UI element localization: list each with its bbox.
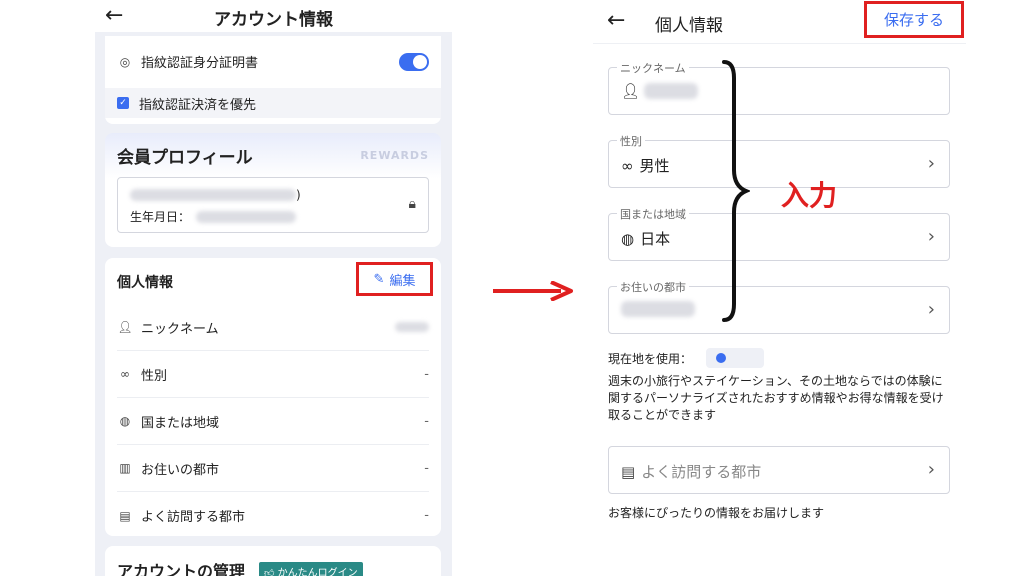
item-label: 性別 [141, 368, 168, 384]
lock-icon: 🔒︎ [408, 196, 416, 212]
fingerprint-id-row: ◎ 指紋認証身分証明書 [117, 52, 429, 71]
thumbs-up-icon: 👍︎ [264, 568, 275, 576]
curly-brace-icon [722, 60, 750, 322]
blurred-name [130, 189, 296, 201]
field-value: 👤︎ [621, 82, 699, 100]
footprint-icon: ∞ [621, 156, 634, 175]
fingerprint-pay-label: 指紋認証決済を優先 [139, 97, 257, 113]
account-management-card: アカウントの管理 👍︎ かんたんログイン [105, 546, 441, 576]
birthday-line: 生年月日： [130, 208, 297, 225]
item-value: - [424, 366, 429, 382]
chevron-right-icon: › [927, 226, 935, 247]
city-list-icon: ▤ [621, 462, 636, 481]
item-label: ニックネーム [141, 321, 219, 337]
fingerprint-card: ◎ 指紋認証身分証明書 ✓ 指紋認証決済を優先 [105, 36, 441, 124]
city-field[interactable]: お住いの都市 › [608, 279, 950, 334]
easy-login-badge: 👍︎ かんたんログイン [259, 562, 363, 576]
edit-label: 編集 [389, 273, 416, 289]
personal-info-screen: ← 個人情報 保存する ニックネーム 👤︎ 性別 ∞ 男性 › 国または地域 ◍… [593, 0, 966, 576]
nickname-field[interactable]: ニックネーム 👤︎ [608, 60, 950, 115]
account-info-screen: ← アカウント情報 ◎ 指紋認証身分証明書 ✓ 指紋認証決済を優先 会員プロフィ… [95, 0, 452, 576]
fingerprint-icon: ◎ [119, 54, 131, 69]
item-value: - [424, 413, 429, 429]
gender-field[interactable]: 性別 ∞ 男性 › [608, 133, 950, 188]
person-icon: 👤︎ [621, 82, 641, 100]
member-paren: ) [296, 188, 301, 202]
list-item-city[interactable]: ▥ お住いの都市 - [117, 445, 429, 492]
blurred-nickname [644, 83, 699, 99]
edit-button[interactable]: ✎ 編集 [356, 262, 433, 296]
field-label: ニックネーム [617, 60, 689, 76]
back-arrow-icon[interactable]: ← [607, 8, 625, 33]
blurred-birthday [196, 210, 297, 223]
fingerprint-pay-row: ✓ 指紋認証決済を優先 [105, 88, 441, 118]
use-current-location[interactable]: 現在地を使用： [608, 348, 765, 368]
field-label: 性別 [617, 133, 645, 149]
item-label: お住いの都市 [141, 462, 220, 478]
member-name-line: ) [130, 188, 301, 202]
fingerprint-pay-checkbox[interactable]: ✓ [117, 97, 129, 109]
personal-info-title: 個人情報 [117, 275, 173, 291]
page-title: アカウント情報 [214, 10, 333, 30]
globe-icon: ◍ [119, 414, 131, 428]
page-title: 個人情報 [655, 16, 723, 36]
member-profile-card: 会員プロフィール REWARDS ) 生年月日： 🔒︎ [105, 133, 441, 247]
city-list-icon: ▤ [119, 508, 131, 523]
save-button[interactable]: 保存する [864, 1, 964, 38]
field-value [621, 301, 695, 317]
item-value: - [424, 460, 429, 476]
item-label: よく訪問する都市 [141, 510, 246, 525]
chevron-right-icon: › [927, 459, 935, 480]
list-item-gender[interactable]: ∞ 性別 - [117, 351, 429, 398]
field-label: お住いの都市 [617, 279, 689, 295]
item-label: 国または地域 [141, 415, 220, 431]
rewards-logo: REWARDS [360, 149, 429, 162]
birthday-label: 生年月日： [130, 210, 191, 224]
building-icon: ▥ [119, 461, 131, 475]
member-info-box: ) 生年月日： 🔒︎ [117, 177, 429, 233]
blurred-nickname [395, 322, 429, 332]
transition-arrow-icon [493, 281, 573, 301]
frequent-city-placeholder: よく訪問する都市 [641, 463, 762, 481]
chevron-right-icon: › [927, 299, 935, 320]
personal-info-card: 個人情報 ✎ 編集 👤︎ ニックネーム ∞ 性別 - ◍ 国または地域 - ▥ [105, 258, 441, 536]
chevron-right-icon: › [927, 153, 935, 174]
input-annotation: 入力 [781, 179, 838, 212]
location-pin-icon [706, 348, 765, 368]
gender-value: 男性 [639, 157, 670, 175]
fingerprint-toggle[interactable] [399, 52, 429, 71]
footprint-icon: ∞ [120, 367, 130, 381]
easy-login-label: かんたんログイン [277, 568, 358, 576]
field-label: 国または地域 [617, 206, 689, 222]
personal-info-list: 👤︎ ニックネーム ∞ 性別 - ◍ 国または地域 - ▥ お住いの都市 - ▤ [117, 304, 429, 539]
country-value: 日本 [640, 230, 671, 248]
frequent-city-field[interactable]: ▤ よく訪問する都市 › [608, 446, 950, 494]
list-item-frequent-city[interactable]: ▤ よく訪問する都市 - [117, 492, 429, 539]
item-value: - [424, 508, 429, 523]
globe-icon: ◍ [621, 229, 635, 248]
list-item-nickname[interactable]: 👤︎ ニックネーム [117, 304, 429, 351]
country-field[interactable]: 国または地域 ◍ 日本 › [608, 206, 950, 261]
field-value: ∞ 男性 [621, 155, 670, 176]
field-value: ▤ よく訪問する都市 [621, 461, 761, 482]
pencil-icon: ✎ [373, 271, 385, 287]
left-header: ← アカウント情報 [95, 0, 452, 32]
fingerprint-id-label: 指紋認証身分証明書 [141, 56, 259, 71]
location-label: 現在地を使用： [608, 351, 693, 366]
list-item-country[interactable]: ◍ 国または地域 - [117, 398, 429, 445]
frequent-city-note: お客様にぴったりの情報をお届けします [608, 506, 825, 520]
recommendation-description: 週末の小旅行やステイケーション、その土地ならではの体験に関するパーソナライズされ… [608, 374, 944, 422]
person-icon: 👤︎ [117, 320, 133, 334]
account-management-title: アカウントの管理 [117, 562, 246, 576]
blurred-city [621, 301, 695, 317]
right-header: ← 個人情報 保存する [593, 0, 966, 44]
member-profile-title: 会員プロフィール [117, 148, 253, 168]
field-value: ◍ 日本 [621, 228, 670, 249]
